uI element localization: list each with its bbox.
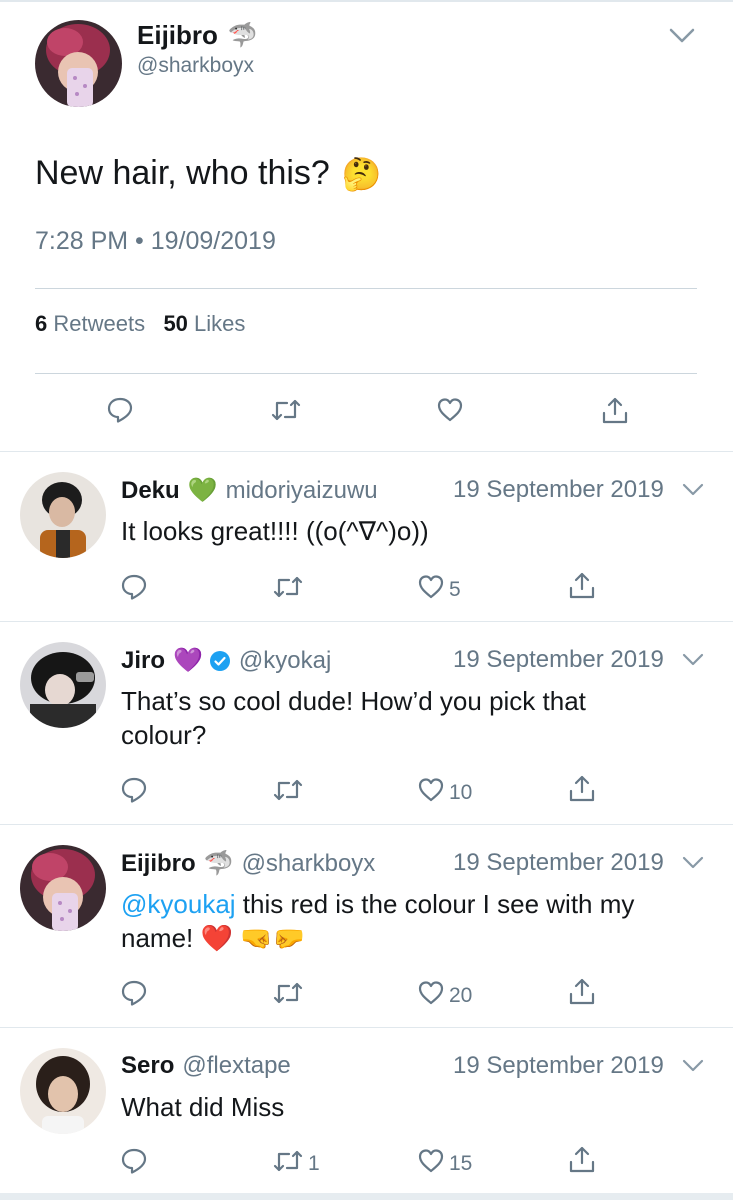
reply-icon[interactable] [120,979,148,1007]
reply-icon[interactable] [120,1147,148,1175]
reply-display-name[interactable]: Sero [121,1052,174,1080]
verified-badge-icon [209,650,231,672]
like-icon[interactable] [417,979,445,1013]
like-count: 15 [449,1152,473,1175]
share-icon[interactable] [567,571,597,601]
reply-display-name[interactable]: Deku [121,477,180,505]
reply-text: What did Miss [121,1092,285,1122]
like-label[interactable]: Likes [194,311,245,336]
avatar[interactable] [20,1048,106,1134]
reply-display-name[interactable]: Eijibro [121,850,196,878]
reply-icon[interactable] [120,776,148,804]
avatar[interactable] [20,845,106,931]
share-icon[interactable] [567,1145,597,1175]
retweet-icon[interactable] [272,573,308,601]
share-icon[interactable] [600,396,630,431]
like-count: 20 [449,984,473,1007]
share-icon[interactable] [567,977,597,1007]
reply-handle[interactable]: @kyokaj [239,647,331,675]
reply-tweet[interactable]: Jiro 💜 @kyokaj 19 September 2019 That’s … [0,622,733,825]
user-handle[interactable]: @sharkboyx [137,54,254,78]
chevron-down-icon[interactable] [681,1058,705,1079]
avatar[interactable] [20,472,106,558]
chevron-down-icon[interactable] [668,26,696,51]
reply-handle[interactable]: midoriyaizuwu [226,477,378,505]
reply-text: @kyoukaj this red is the colour I see wi… [121,887,701,955]
retweet-icon[interactable] [272,1147,304,1181]
divider [35,373,697,374]
shark-emoji: 🦈 [227,22,258,49]
chevron-down-icon[interactable] [681,855,705,876]
reply-tweet[interactable]: Sero @flextape 19 September 2019 What di… [0,1028,733,1193]
divider [35,288,697,289]
chevron-down-icon[interactable] [681,482,705,503]
reply-header: Sero @flextape [121,1052,291,1080]
retweet-icon[interactable] [270,396,302,429]
reply-date[interactable]: 19 September 2019 [453,1052,664,1080]
avatar[interactable] [20,642,106,728]
tweet-text: New hair, who this? 🤔 [35,154,382,193]
reply-date[interactable]: 19 September 2019 [453,476,664,504]
reply-tweet[interactable]: Eijibro 🦈 @sharkboyx 19 September 2019 @… [0,825,733,1028]
reply-icon[interactable] [120,573,148,601]
reply-display-name[interactable]: Jiro [121,647,165,675]
reply-header: Jiro 💜 @kyokaj [121,646,331,675]
like-count: 10 [449,781,473,804]
purple-heart-emoji: 💜 [173,647,203,674]
avatar[interactable] [35,20,122,107]
retweet-count: 1 [308,1152,320,1175]
like-icon[interactable] [417,776,445,810]
reply-handle[interactable]: @flextape [182,1052,290,1080]
tweet-text-body: New hair, who this? [35,154,330,192]
like-button[interactable]: 10 [417,776,472,810]
like-icon[interactable] [417,1147,445,1181]
reply-date[interactable]: 19 September 2019 [453,849,664,877]
display-name[interactable]: Eijibro 🦈 [137,20,258,51]
like-icon[interactable] [436,396,464,429]
reply-tweet[interactable]: Deku 💚 midoriyaizuwu 19 September 2019 I… [0,452,733,622]
retweet-count[interactable]: 6 [35,311,47,336]
main-tweet: Eijibro 🦈 @sharkboyx New hair, who this?… [0,0,733,452]
reply-header: Eijibro 🦈 @sharkboyx [121,849,375,878]
reply-text: That’s so cool dude! How’d you pick that… [121,686,586,750]
like-count: 5 [449,578,461,601]
chevron-down-icon[interactable] [681,652,705,673]
mention-link[interactable]: @kyoukaj [121,889,236,919]
reply-icon[interactable] [106,396,134,429]
tweet-stats: 6 Retweets 50 Likes [35,311,245,337]
like-button[interactable]: 5 [417,573,461,607]
like-button[interactable]: 15 [417,1147,472,1181]
retweet-icon[interactable] [272,979,308,1007]
reply-text: It looks great!!!! ((o(^∇^)o)) [121,516,429,546]
reply-header: Deku 💚 midoriyaizuwu [121,476,378,505]
share-icon[interactable] [567,774,597,804]
timestamp[interactable]: 7:28 PM • 19/09/2019 [35,227,276,256]
thinking-emoji: 🤔 [341,155,382,192]
retweet-label[interactable]: Retweets [53,311,145,336]
retweet-icon[interactable] [272,776,308,804]
green-heart-emoji: 💚 [187,477,218,504]
shark-emoji: 🦈 [203,850,234,877]
reply-date[interactable]: 19 September 2019 [453,646,664,674]
display-name-text: Eijibro [137,20,218,50]
reply-handle[interactable]: @sharkboyx [242,850,376,878]
bottom-separator [0,1193,733,1200]
like-icon[interactable] [417,573,445,607]
like-count[interactable]: 50 [163,311,187,336]
retweet-button[interactable]: 1 [272,1147,320,1181]
like-button[interactable]: 20 [417,979,472,1013]
